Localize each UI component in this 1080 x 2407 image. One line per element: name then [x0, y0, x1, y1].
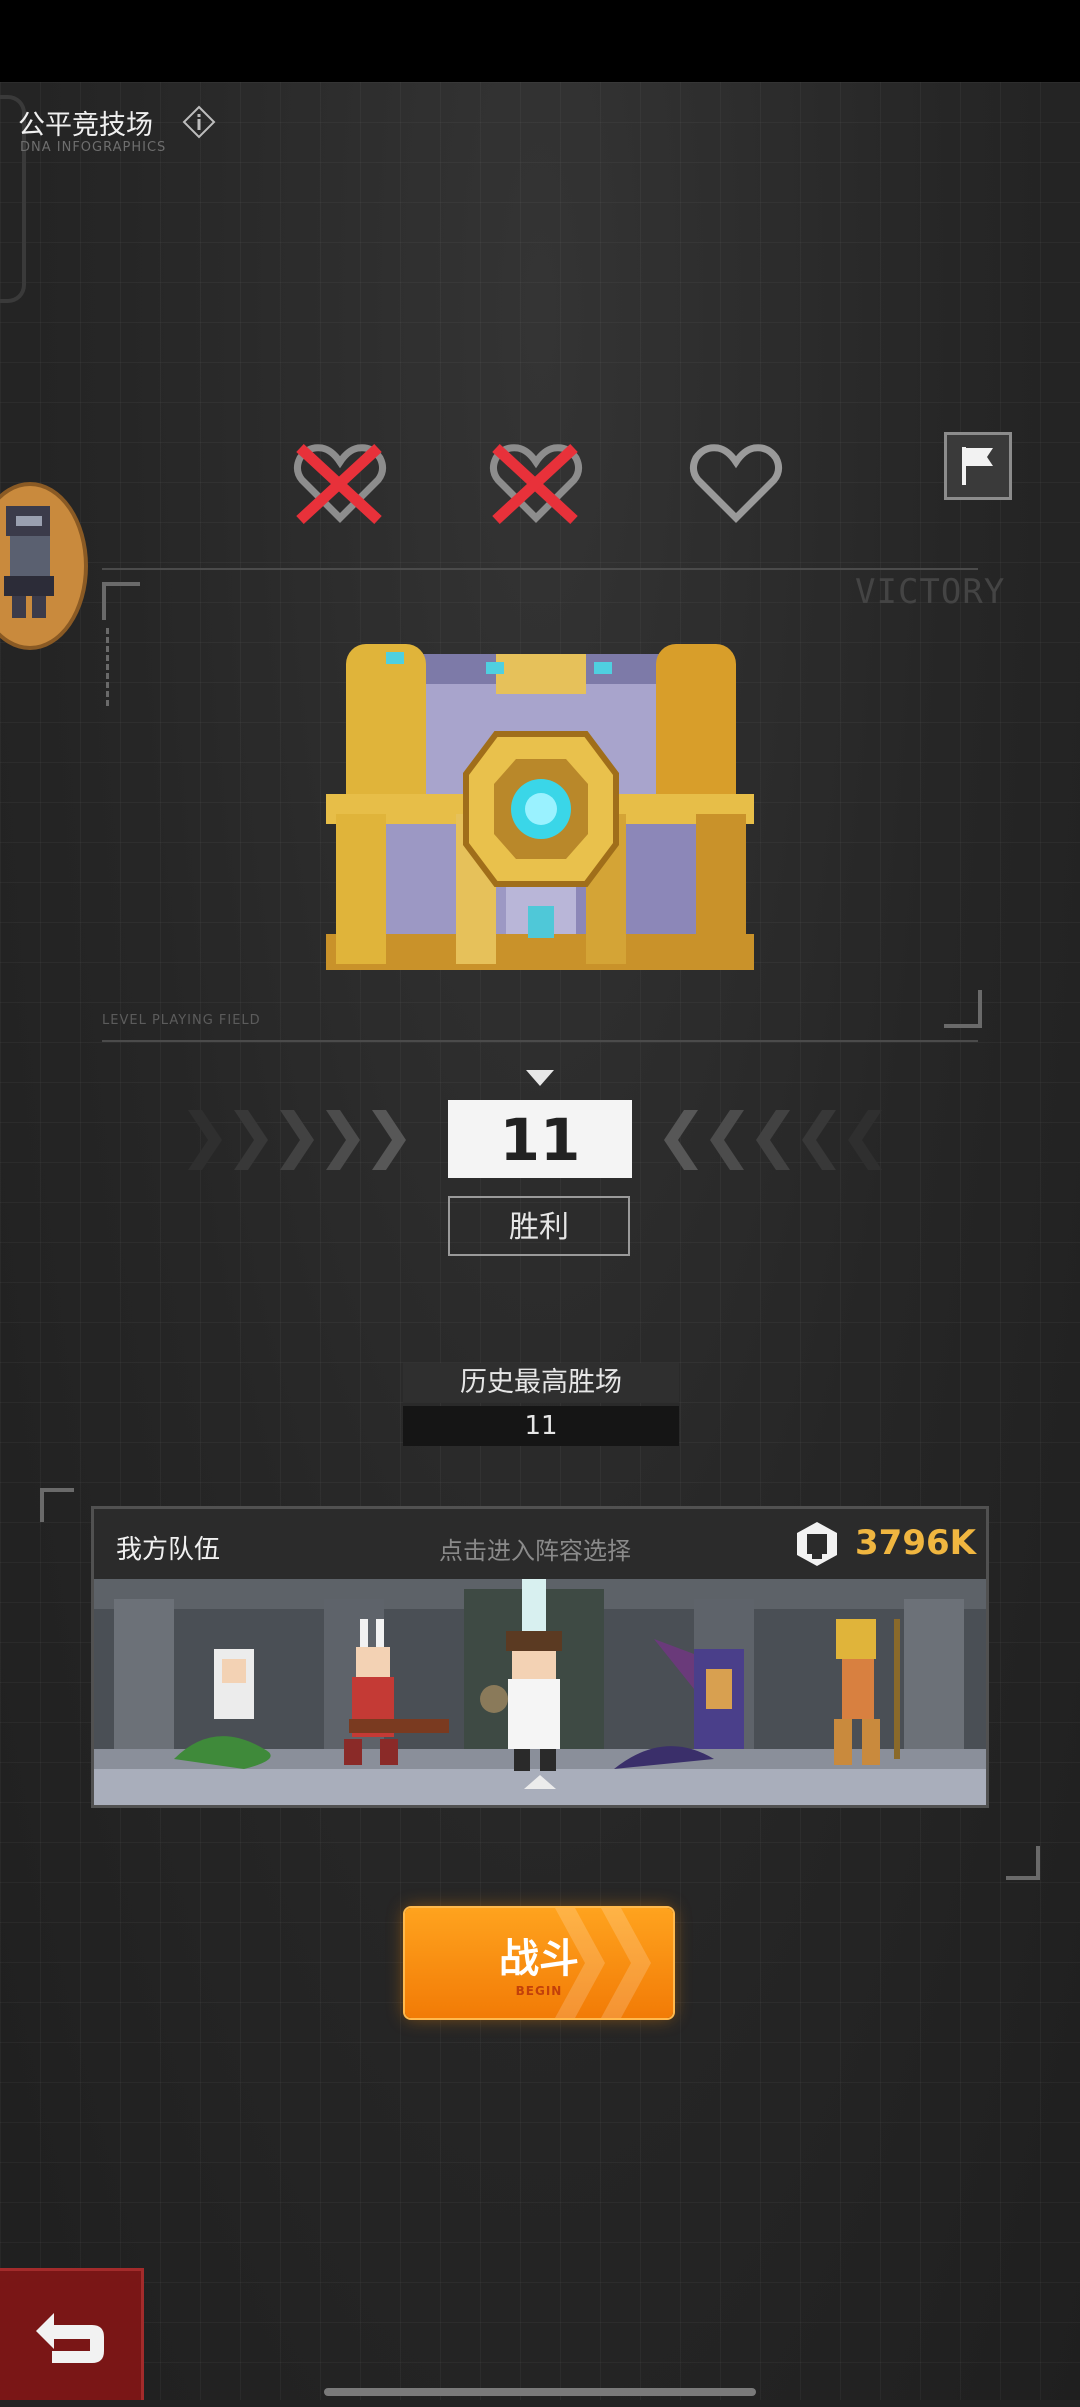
right-arrows-decoration [664, 1110, 882, 1170]
fight-button[interactable]: 战斗 BEGIN [405, 1908, 673, 2018]
treasure-chest-icon[interactable] [326, 644, 754, 974]
flag-icon [962, 447, 993, 485]
home-indicator[interactable] [324, 2388, 756, 2396]
divider-top [102, 568, 978, 570]
side-ticks-decoration [106, 628, 117, 706]
info-icon[interactable] [182, 105, 216, 139]
team-title: 我方队伍 [116, 1535, 221, 1565]
fight-label: 战斗 [499, 1936, 579, 1982]
page-title: 公平竞技场 [18, 110, 153, 141]
page-subtitle: DNA INFOGRAPHICS [20, 140, 167, 155]
heart-lost-icon [489, 443, 583, 525]
fist-icon [797, 1522, 837, 1566]
team-lineup-image[interactable] [94, 1579, 986, 1805]
surrender-flag-button[interactable] [944, 432, 1012, 500]
team-header: 我方队伍 点击进入阵容选择 3796K [94, 1509, 986, 1579]
status-bar [0, 0, 1080, 82]
back-button[interactable] [0, 2268, 144, 2400]
win-label: 胜利 [448, 1196, 630, 1256]
corner-decoration [40, 1488, 74, 1522]
field-label: LEVEL PLAYING FIELD [102, 1013, 261, 1028]
victory-watermark: VICTORY [855, 572, 1006, 612]
corner-decoration [944, 990, 982, 1028]
win-pointer-icon [526, 1070, 554, 1086]
divider-bottom [102, 1040, 978, 1042]
team-power: 3796K [855, 1523, 976, 1563]
history-best-value: 11 [403, 1406, 679, 1446]
history-best-label: 历史最高胜场 [403, 1363, 679, 1403]
back-arrow-icon [36, 2313, 104, 2363]
team-card[interactable]: 我方队伍 点击进入阵容选择 3796K [91, 1506, 989, 1808]
corner-decoration [102, 582, 140, 620]
heart-lost-icon [293, 443, 387, 525]
team-select-hint[interactable]: 点击进入阵容选择 [439, 1531, 631, 1566]
heart-outline-icon [689, 444, 783, 523]
left-arrows-decoration [188, 1110, 406, 1170]
win-count: 11 [448, 1100, 632, 1178]
corner-decoration [1006, 1846, 1040, 1880]
fight-sub-label: BEGIN [515, 1984, 563, 1998]
